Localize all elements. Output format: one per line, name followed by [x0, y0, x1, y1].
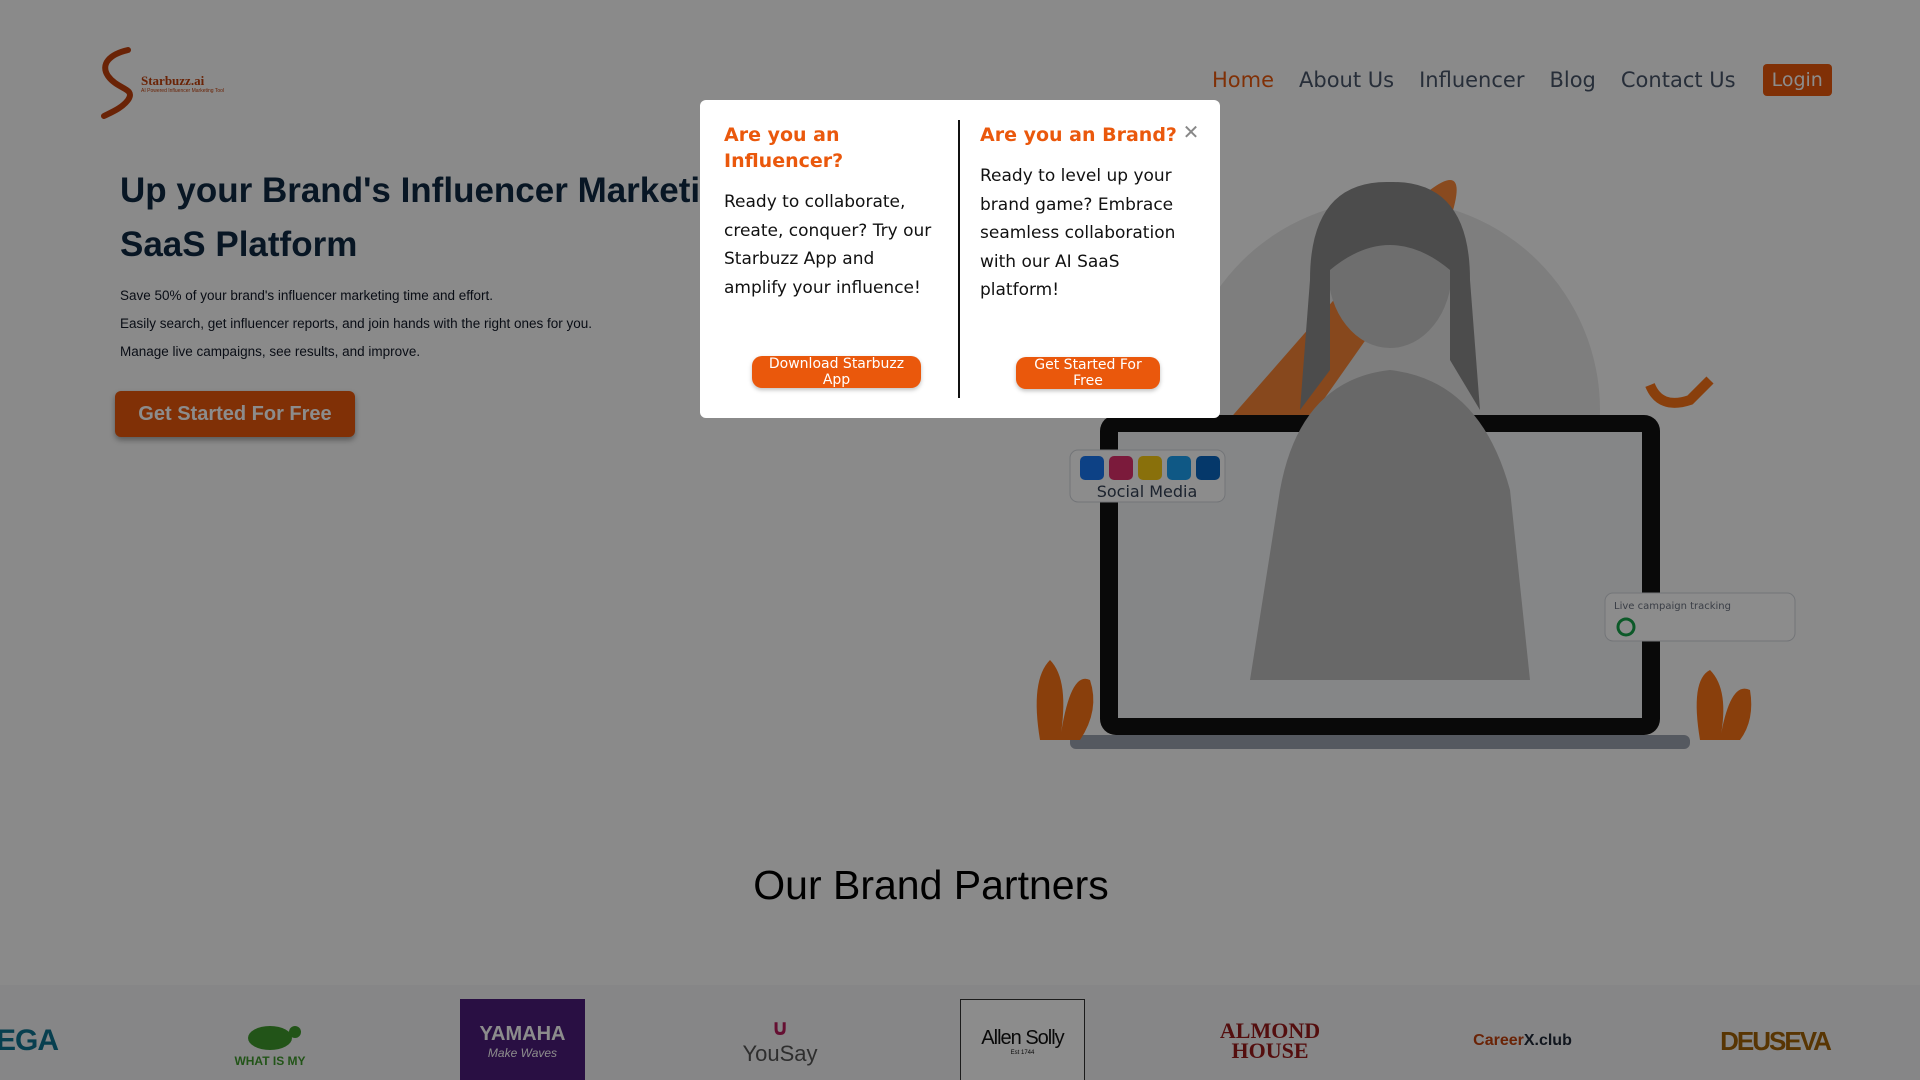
- modal-divider: [958, 120, 960, 398]
- brand-heading: Are you an Brand?: [980, 124, 1177, 146]
- role-select-modal: Are you an Influencer? Ready to collabor…: [700, 100, 1220, 418]
- get-started-button[interactable]: Get Started For Free: [1016, 357, 1160, 389]
- influencer-description: Ready to collaborate, create, conquer? T…: [724, 192, 932, 298]
- brand-column: Are you an Brand? Ready to level up your…: [980, 122, 1195, 305]
- brand-description: Ready to level up your brand game? Embra…: [980, 166, 1176, 300]
- download-app-button[interactable]: Download Starbuzz App: [752, 356, 921, 388]
- influencer-column: Are you an Influencer? Ready to collabor…: [724, 122, 939, 302]
- close-icon[interactable]: ✕: [1179, 120, 1203, 144]
- influencer-heading: Are you an Influencer?: [724, 124, 844, 172]
